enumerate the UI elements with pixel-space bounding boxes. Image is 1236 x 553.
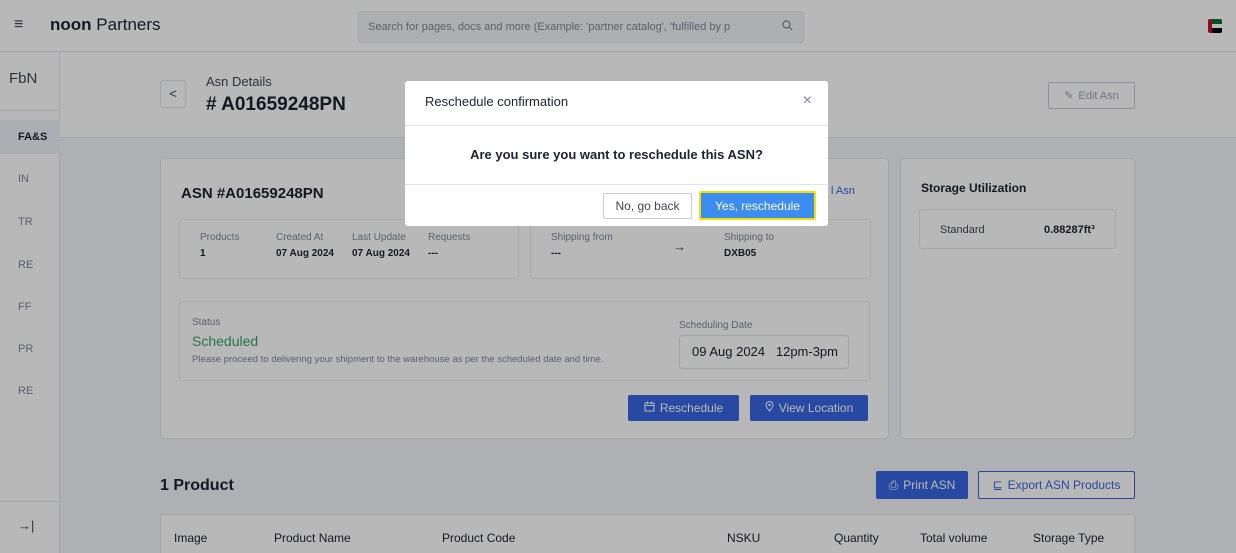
- yes-reschedule-button[interactable]: Yes, reschedule: [699, 191, 816, 220]
- no-go-back-button[interactable]: No, go back: [603, 193, 692, 219]
- reschedule-confirmation-modal: Reschedule confirmation × Are you sure y…: [405, 81, 828, 226]
- modal-message: Are you sure you want to reschedule this…: [470, 147, 763, 162]
- modal-title: Reschedule confirmation: [425, 94, 569, 109]
- close-icon[interactable]: ×: [803, 92, 812, 110]
